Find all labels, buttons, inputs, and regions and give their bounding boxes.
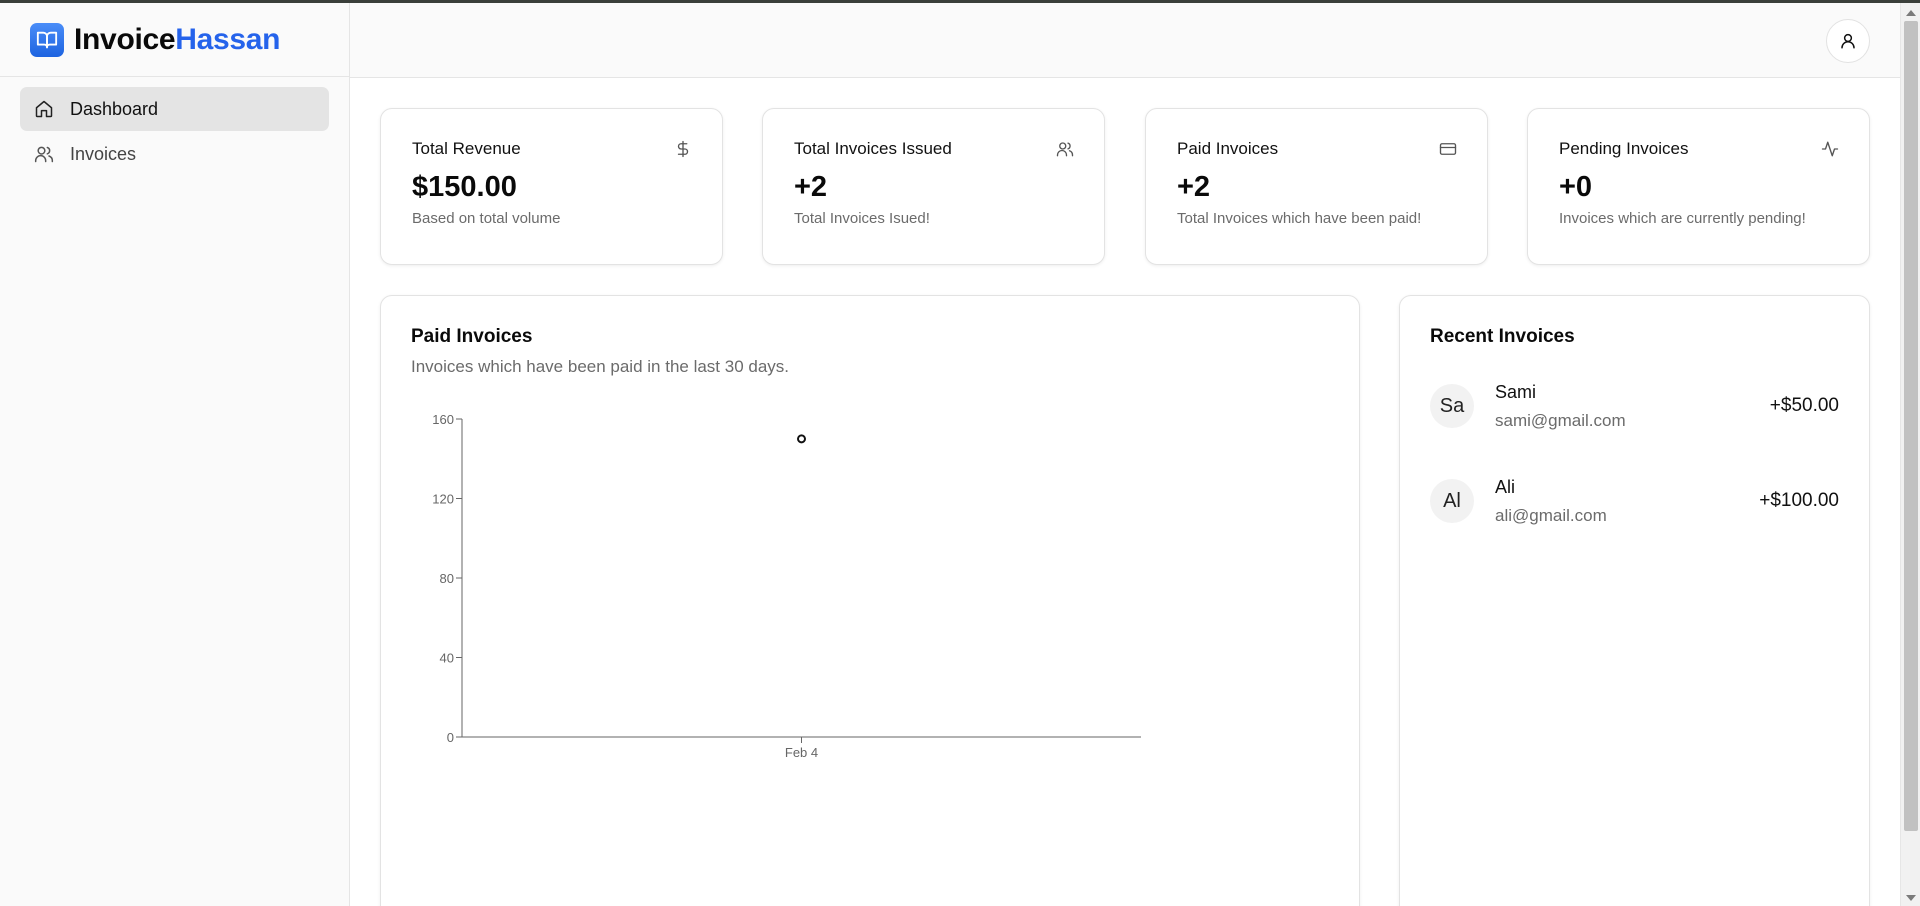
top-header: [350, 3, 1900, 78]
avatar: Al: [1430, 479, 1474, 523]
stat-description: Invoices which are currently pending!: [1559, 210, 1806, 227]
sidebar-item-dashboard[interactable]: Dashboard: [20, 87, 329, 131]
users-icon: [34, 144, 54, 164]
scroll-up-arrow-icon[interactable]: [1906, 10, 1916, 16]
chart-card-subtitle: Invoices which have been paid in the las…: [411, 357, 790, 376]
y-tick-label: 120: [432, 492, 454, 507]
y-tick-label: 40: [440, 651, 454, 666]
recent-card-title: Recent Invoices: [1430, 326, 1575, 347]
stat-card-pending-invoices: Pending Invoices +0 Invoices which are c…: [1527, 108, 1870, 265]
recent-invoice-email: sami@gmail.com: [1495, 410, 1626, 430]
page-scrollbar[interactable]: [1900, 3, 1920, 906]
stat-value: +2: [794, 171, 828, 203]
y-tick-label: 0: [447, 730, 454, 745]
sidebar-item-label: Invoices: [70, 143, 137, 164]
recent-invoice-name: Sami: [1495, 381, 1537, 402]
book-open-icon: [30, 22, 64, 57]
brand[interactable]: InvoiceHassan: [0, 3, 349, 77]
recent-invoice-item[interactable]: Sa Sami sami@gmail.com +$50.00: [1430, 378, 1839, 434]
sidebar: InvoiceHassan Dashboard Invoices: [0, 3, 350, 906]
scrollbar-thumb[interactable]: [1904, 21, 1918, 831]
home-icon: [34, 99, 54, 119]
brand-name-part1: Invoice: [74, 22, 176, 56]
stat-description: Based on total volume: [412, 210, 561, 227]
stat-card-total-invoices: Total Invoices Issued +2 Total Invoices …: [762, 108, 1105, 265]
dollar-icon: [674, 140, 692, 158]
sidebar-item-label: Dashboard: [70, 98, 159, 119]
users-icon: [1056, 140, 1074, 158]
user-icon: [1839, 32, 1857, 50]
sidebar-item-invoices[interactable]: Invoices: [20, 132, 329, 176]
recent-invoice-item[interactable]: Al Ali ali@gmail.com +$100.00: [1430, 473, 1839, 529]
recent-invoice-email: ali@gmail.com: [1495, 505, 1607, 525]
paid-invoices-chart: 0 40 80 120 160 Feb 4: [432, 412, 1141, 760]
stat-card-paid-invoices: Paid Invoices +2 Total Invoices which ha…: [1145, 108, 1488, 265]
x-tick-label: Feb 4: [785, 745, 818, 760]
recent-invoice-amount: +$100.00: [1759, 490, 1839, 511]
recent-invoice-name: Ali: [1495, 476, 1516, 497]
scroll-down-arrow-icon[interactable]: [1906, 895, 1916, 901]
stat-description: Total Invoices Isued!: [794, 210, 930, 227]
stat-value: +2: [1177, 171, 1211, 203]
activity-icon: [1821, 140, 1839, 158]
data-point: [797, 434, 806, 444]
stat-value: $150.00: [412, 171, 517, 203]
stat-title: Total Revenue: [412, 139, 521, 158]
stat-title: Total Invoices Issued: [794, 139, 952, 158]
stat-card-total-revenue: Total Revenue $150.00 Based on total vol…: [380, 108, 723, 265]
user-menu-button[interactable]: [1826, 19, 1870, 63]
y-tick-label: 80: [440, 571, 454, 586]
dashboard-main: Total Revenue $150.00 Based on total vol…: [350, 78, 1900, 906]
sidebar-nav: Dashboard Invoices: [0, 77, 349, 187]
stat-title: Paid Invoices: [1177, 139, 1279, 158]
brand-name-part2: Hassan: [175, 22, 281, 56]
chart-card-title: Paid Invoices: [411, 326, 533, 347]
avatar: Sa: [1430, 384, 1474, 428]
paid-invoices-chart-card: Paid Invoices Invoices which have been p…: [380, 295, 1360, 906]
stat-value: +0: [1559, 171, 1593, 203]
brand-name: InvoiceHassan: [74, 22, 281, 57]
y-tick-label: 160: [432, 412, 454, 427]
credit-card-icon: [1439, 140, 1457, 158]
stat-title: Pending Invoices: [1559, 139, 1689, 158]
recent-invoice-amount: +$50.00: [1769, 395, 1839, 416]
stat-description: Total Invoices which have been paid!: [1177, 210, 1422, 227]
recent-invoices-card: Recent Invoices Sa Sami sami@gmail.com +…: [1399, 295, 1870, 906]
